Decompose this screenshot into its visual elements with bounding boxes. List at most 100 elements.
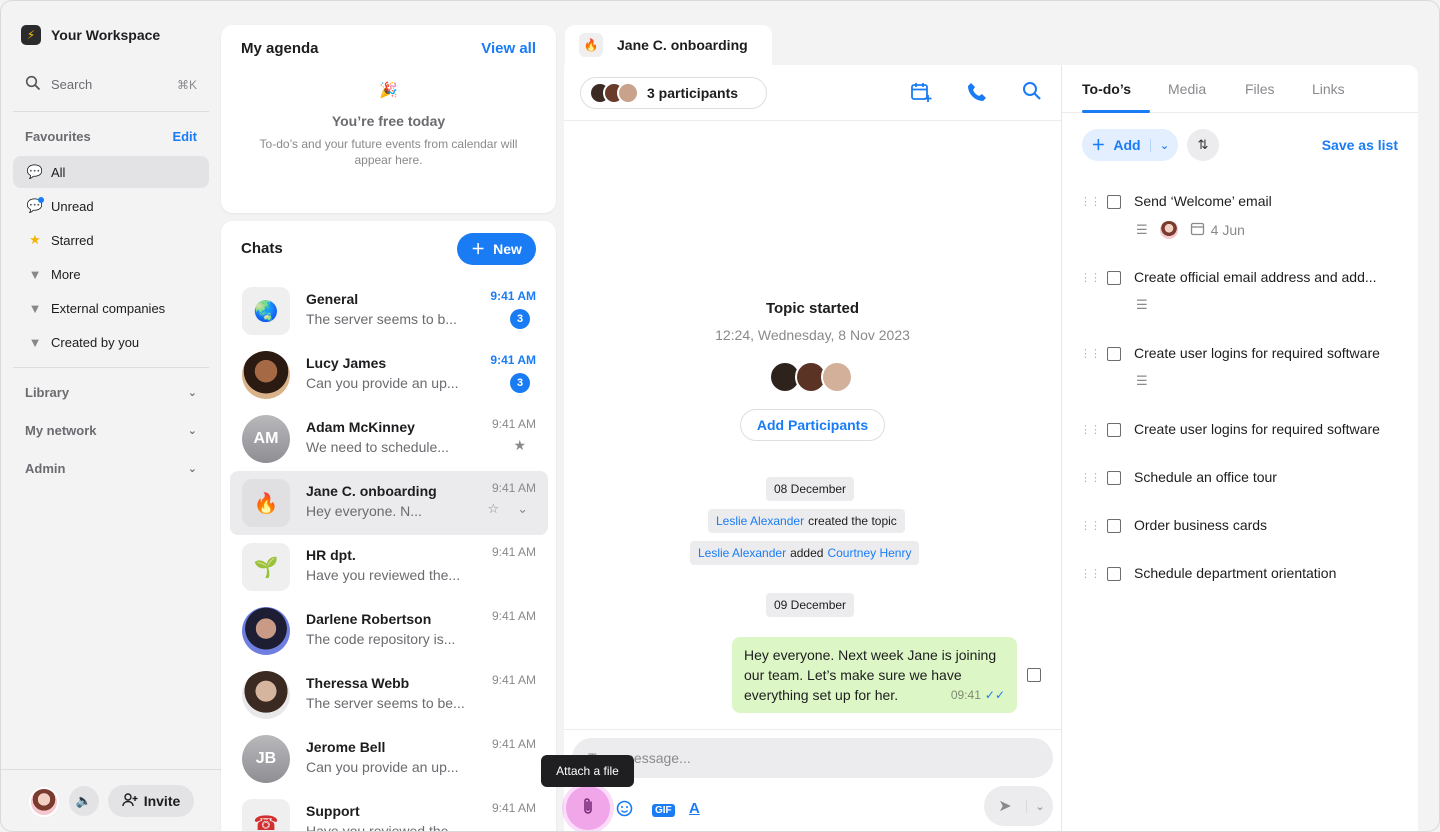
drag-handle-icon[interactable]: ⋮⋮ [1080, 567, 1101, 580]
workspace-switcher[interactable]: ⚡ Your Workspace [21, 25, 160, 45]
avatar: JB [242, 735, 290, 783]
tab-jane-onboarding[interactable]: 🔥 Jane C. onboarding [565, 25, 772, 65]
view-all-link[interactable]: View all [481, 40, 536, 57]
chat-row-hr-dpt[interactable]: 🌱 HR dpt. Have you reviewed the... 9:41 … [230, 535, 548, 599]
add-button[interactable]: ＋ Add [1082, 135, 1150, 155]
tab-links[interactable]: Links [1312, 81, 1345, 97]
user-link[interactable]: Leslie Alexander [698, 546, 786, 560]
todo-text[interactable]: Schedule department orientation [1134, 565, 1336, 581]
chevron-down-icon[interactable]: ⌄ [517, 501, 528, 517]
todo-checkbox[interactable] [1107, 423, 1121, 437]
search-button[interactable]: Search ⌘K [25, 75, 197, 94]
sidebar-item-external-companies[interactable]: ▼ External companies [13, 292, 209, 324]
emoji-icon[interactable] [616, 800, 633, 821]
assignee-avatar [1159, 221, 1178, 239]
sidebar-group-my-network[interactable]: My network ⌄ [25, 423, 197, 438]
star-icon[interactable]: ★ [513, 437, 526, 454]
chat-row-jerome-bell[interactable]: JB Jerome Bell Can you provide an up... … [230, 727, 548, 791]
drag-handle-icon[interactable]: ⋮⋮ [1080, 519, 1101, 532]
chat-name: HR dpt. [306, 547, 356, 563]
todo-text[interactable]: Create user logins for required software [1134, 421, 1380, 437]
user-link[interactable]: Courtney Henry [827, 546, 911, 560]
todo-checkbox[interactable] [1107, 567, 1121, 581]
description-icon: ☰ [1136, 222, 1148, 237]
tab-files[interactable]: Files [1245, 81, 1275, 97]
agenda-empty-description: To-do’s and your future events from cale… [259, 137, 518, 167]
avatar [242, 351, 290, 399]
gif-button[interactable]: GIF [652, 804, 675, 817]
drag-handle-icon[interactable]: ⋮⋮ [1080, 195, 1101, 208]
drag-handle-icon[interactable]: ⋮⋮ [1080, 347, 1101, 360]
tab-media[interactable]: Media [1168, 81, 1206, 97]
todo-text[interactable]: Schedule an office tour [1134, 469, 1277, 485]
add-label: Add [1113, 137, 1141, 153]
phone-icon[interactable] [966, 81, 988, 108]
chat-row-general[interactable]: 🌏 General The server seems to b... 9:41 … [230, 279, 548, 343]
tab-todos[interactable]: To-do’s [1082, 81, 1131, 97]
search-icon [25, 75, 45, 94]
drag-handle-icon[interactable]: ⋮⋮ [1080, 471, 1101, 484]
sidebar-item-more[interactable]: ▼ More [13, 258, 209, 290]
todo-checkbox[interactable] [1107, 347, 1121, 361]
agenda-title: My agenda [241, 40, 319, 57]
chevron-down-icon[interactable]: ⌄ [1026, 799, 1053, 813]
group-label: My network [25, 423, 97, 438]
text-format-button[interactable]: A [689, 800, 700, 817]
participants-avatars [589, 82, 639, 104]
todo-checkbox[interactable] [1107, 471, 1121, 485]
new-chat-button[interactable]: ＋ New [457, 233, 536, 265]
todo-text[interactable]: Create official email address and add... [1134, 269, 1377, 285]
drag-handle-icon[interactable]: ⋮⋮ [1080, 271, 1101, 284]
chat-row-lucy-james[interactable]: Lucy James Can you provide an up... 9:41… [230, 343, 548, 407]
todo-text[interactable]: Send ‘Welcome’ email [1134, 193, 1272, 209]
drag-handle-icon[interactable]: ⋮⋮ [1080, 423, 1101, 436]
sidebar-divider [13, 111, 209, 112]
sidebar-item-all[interactable]: 💬 All [13, 156, 209, 188]
composer: GIF A ➤ ⌄ [564, 729, 1061, 831]
sidebar-group-admin[interactable]: Admin ⌄ [25, 461, 197, 476]
sidebar-item-unread[interactable]: 💬 Unread [13, 190, 209, 222]
chat-preview: The server seems to be... [306, 695, 465, 711]
participants-button[interactable]: 3 participants [580, 77, 767, 109]
chat-row-support[interactable]: ☎ Support Have you reviewed the... 9:41 … [230, 791, 548, 831]
chat-name: Darlene Robertson [306, 611, 432, 627]
todo-text[interactable]: Create user logins for required software [1134, 345, 1380, 361]
todo-checkbox[interactable] [1107, 271, 1121, 285]
save-as-list-link[interactable]: Save as list [1322, 137, 1398, 153]
speaker-button[interactable]: 🔈 [69, 786, 99, 816]
chat-row-adam-mckinney[interactable]: AM Adam McKinney We need to schedule... … [230, 407, 548, 471]
chat-row-darlene-robertson[interactable]: Darlene Robertson The code repository is… [230, 599, 548, 663]
chats-card: Chats ＋ New 🌏 General The server seems t… [221, 221, 556, 831]
star-outline-icon[interactable]: ☆ [487, 501, 499, 517]
chevron-down-icon[interactable]: ⌄ [1150, 138, 1178, 152]
topic-participants-avatars [769, 361, 853, 393]
todo-text[interactable]: Order business cards [1134, 517, 1267, 533]
agenda-empty-title: You’re free today [331, 113, 446, 129]
chat-name: Jane C. onboarding [306, 483, 437, 499]
user-avatar[interactable] [29, 787, 59, 817]
todo-meta: ☰ [1136, 373, 1148, 389]
chevron-down-icon: ⌄ [187, 387, 197, 399]
sort-button[interactable]: ⇅ [1187, 129, 1219, 161]
sidebar-item-created-by-you[interactable]: ▼ Created by you [13, 326, 209, 358]
sidebar-item-starred[interactable]: ★ Starred [13, 224, 209, 256]
invite-button[interactable]: Invite [108, 785, 194, 817]
chat-row-theressa-webb[interactable]: Theressa Webb The server seems to be... … [230, 663, 548, 727]
add-participants-button[interactable]: Add Participants [740, 409, 885, 441]
todo-checkbox[interactable] [1107, 195, 1121, 209]
search-icon[interactable] [1022, 81, 1042, 106]
chat-preview: We need to schedule... [306, 439, 449, 455]
todo-checkbox[interactable] [1107, 519, 1121, 533]
send-icon[interactable]: ➤ [984, 796, 1026, 816]
user-link[interactable]: Leslie Alexander [716, 514, 804, 528]
favourites-edit-link[interactable]: Edit [172, 129, 197, 144]
sidebar-group-library[interactable]: Library ⌄ [25, 385, 197, 400]
message-bubble[interactable]: Hey everyone. Next week Jane is joining … [732, 637, 1017, 713]
message-select-checkbox[interactable] [1027, 668, 1041, 682]
caret-down-icon: ▼ [28, 266, 42, 282]
attach-file-button[interactable] [566, 786, 610, 830]
calendar-add-icon[interactable] [910, 81, 932, 108]
chat-row-jane-onboarding[interactable]: 🔥 Jane C. onboarding Hey everyone. N... … [230, 471, 548, 535]
unread-badge: 3 [510, 373, 530, 393]
message-input[interactable] [572, 738, 1053, 778]
